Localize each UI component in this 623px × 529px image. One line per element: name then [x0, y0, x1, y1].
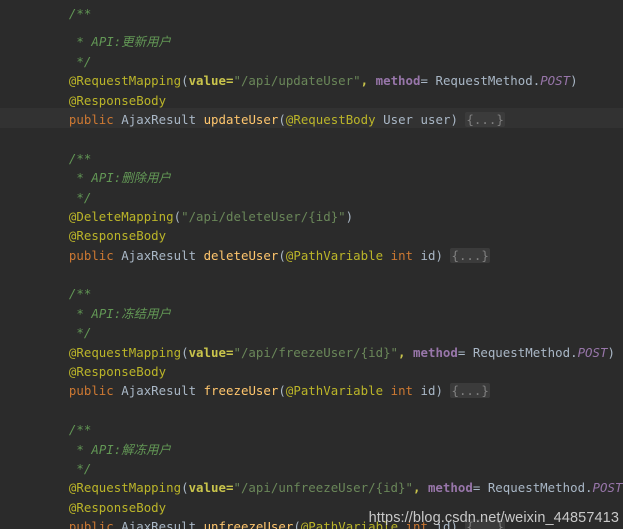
- code-line-comment-open: /**: [24, 265, 623, 301]
- delete-mapping-annotation[interactable]: @DeleteMapping: [69, 209, 174, 224]
- sig-paren-open: (: [293, 519, 301, 529]
- param-type: User: [383, 111, 414, 127]
- access-modifier-keyword: public: [68, 519, 114, 529]
- watermark-url: https://blog.csdn.net/weixin_44857413: [368, 510, 619, 526]
- code-line-delete-mapping: @DeleteMapping("/api/deleteUser/{id}"): [24, 188, 623, 224]
- code-line-request-mapping: @RequestMapping(value = "/api/unfreezeUser…: [24, 459, 623, 495]
- method-name: unfreezeUser: [203, 519, 294, 529]
- code-line-comment-body: * API:删除用户: [24, 149, 623, 185]
- comment-open-token: /**: [68, 286, 92, 302]
- request-mapping-annotation[interactable]: @RequestMapping: [69, 73, 181, 88]
- paren-open: (: [181, 480, 189, 496]
- method-arg-name: method: [375, 73, 421, 89]
- method-arg-name: method: [427, 480, 473, 496]
- comment-close-token: */: [68, 461, 92, 476]
- code-line-comment-body: * API:解冻用户: [24, 420, 623, 457]
- param-name: id: [420, 247, 436, 263]
- sig-paren-open: (: [278, 111, 286, 127]
- param-type: int: [390, 247, 414, 263]
- method-name: deleteUser: [203, 247, 279, 263]
- paren-open: (: [181, 73, 189, 89]
- param-annotation[interactable]: @PathVariable: [286, 383, 383, 398]
- request-method-type: RequestMethod.: [487, 480, 593, 496]
- code-line-comment-body: * API:冻结用户: [24, 284, 623, 321]
- path-string: "/api/unfreezeUser/{id}": [233, 480, 413, 496]
- param-name: user: [420, 111, 451, 127]
- response-body-annotation[interactable]: @ResponseBody: [69, 228, 166, 243]
- comment-close-token: */: [68, 189, 92, 205]
- arg-comma: ,: [398, 344, 413, 360]
- method-arg-eq: =: [472, 480, 488, 496]
- paren-open: (: [181, 344, 189, 360]
- method-name: freezeUser: [203, 383, 279, 399]
- sig-paren-open: (: [278, 247, 286, 263]
- comment-open-token: /**: [68, 422, 92, 438]
- return-type: AjaxResult: [121, 247, 197, 263]
- paren-close: ): [607, 344, 615, 360]
- param-name: id: [420, 383, 436, 399]
- code-line-request-mapping: @RequestMapping(value = "/api/freezeUser/{…: [24, 323, 623, 360]
- code-line-comment-open: /**: [24, 129, 623, 166]
- code-line-comment-open: /**: [24, 0, 623, 19]
- return-type: AjaxResult: [121, 111, 197, 127]
- comment-text: API:冻结用户: [91, 305, 171, 321]
- code-editor[interactable]: /** * API:更新用户 */ @RequestMapping(value=…: [0, 0, 623, 529]
- comment-close-token: */: [68, 325, 92, 341]
- request-mapping-annotation[interactable]: @RequestMapping: [69, 345, 181, 360]
- path-string: "/api/updateUser": [233, 73, 361, 89]
- paren-close: ): [570, 73, 578, 89]
- http-method-value: POST: [577, 344, 608, 360]
- param-type: int: [390, 383, 414, 399]
- value-attr-name: value: [188, 480, 226, 496]
- folded-code-block[interactable]: {...}: [450, 383, 490, 399]
- comment-text: API:解冻用户: [91, 441, 171, 457]
- code-line-comment-open: /**: [24, 401, 623, 437]
- path-string: "/api/freezeUser/{id}": [233, 344, 399, 360]
- comment-text: API:删除用户: [91, 170, 171, 186]
- value-attr-name: value: [188, 344, 226, 360]
- arg-comma: ,: [360, 73, 376, 89]
- access-modifier-keyword: public: [68, 247, 114, 263]
- comment-open-token: /**: [68, 6, 92, 21]
- comment-close-token: */: [68, 53, 92, 69]
- folded-code-block[interactable]: {...}: [465, 111, 505, 127]
- sig-paren-close: ): [435, 383, 443, 399]
- folded-code-block[interactable]: {...}: [450, 247, 490, 263]
- http-method-value: POST: [540, 73, 571, 89]
- comment-prefix-token: *: [68, 34, 92, 50]
- method-arg-eq: =: [420, 73, 436, 89]
- paren-open: (: [173, 208, 182, 224]
- sig-paren-open: (: [278, 383, 286, 399]
- code-line-comment-body: * API:更新用户: [24, 13, 623, 49]
- sig-paren-close: ): [435, 247, 443, 263]
- return-type: AjaxResult: [121, 519, 197, 529]
- comment-prefix-token: *: [68, 170, 92, 186]
- param-annotation[interactable]: @RequestBody: [286, 112, 376, 127]
- request-mapping-annotation[interactable]: @RequestMapping: [69, 480, 181, 495]
- code-content[interactable]: /** * API:更新用户 */ @RequestMapping(value=…: [0, 0, 623, 529]
- paren-close: ): [345, 208, 354, 224]
- path-string: "/api/deleteUser/{id}": [181, 208, 346, 224]
- value-attr-name: value: [188, 73, 226, 89]
- response-body-annotation[interactable]: @ResponseBody: [69, 500, 166, 515]
- method-arg-name: method: [413, 344, 458, 360]
- request-method-type: RequestMethod.: [472, 344, 578, 360]
- sig-paren-close: ): [450, 111, 458, 127]
- comment-open-token: /**: [68, 150, 92, 166]
- param-annotation[interactable]: @PathVariable: [286, 248, 383, 263]
- access-modifier-keyword: public: [68, 383, 114, 399]
- arg-comma: ,: [412, 480, 428, 496]
- comment-prefix-token: *: [68, 441, 92, 457]
- return-type: AjaxResult: [121, 383, 197, 399]
- comment-prefix-token: *: [68, 305, 92, 321]
- method-arg-eq: =: [457, 344, 473, 360]
- comment-text: API:更新用户: [91, 34, 171, 50]
- code-line-request-mapping: @RequestMapping(value = "/api/updateUser",…: [24, 52, 623, 88]
- http-method-value: POST: [592, 480, 623, 496]
- response-body-annotation[interactable]: @ResponseBody: [69, 364, 166, 379]
- request-method-type: RequestMethod.: [435, 73, 541, 89]
- access-modifier-keyword: public: [68, 111, 114, 127]
- method-name: updateUser: [203, 111, 279, 127]
- response-body-annotation[interactable]: @ResponseBody: [69, 93, 166, 108]
